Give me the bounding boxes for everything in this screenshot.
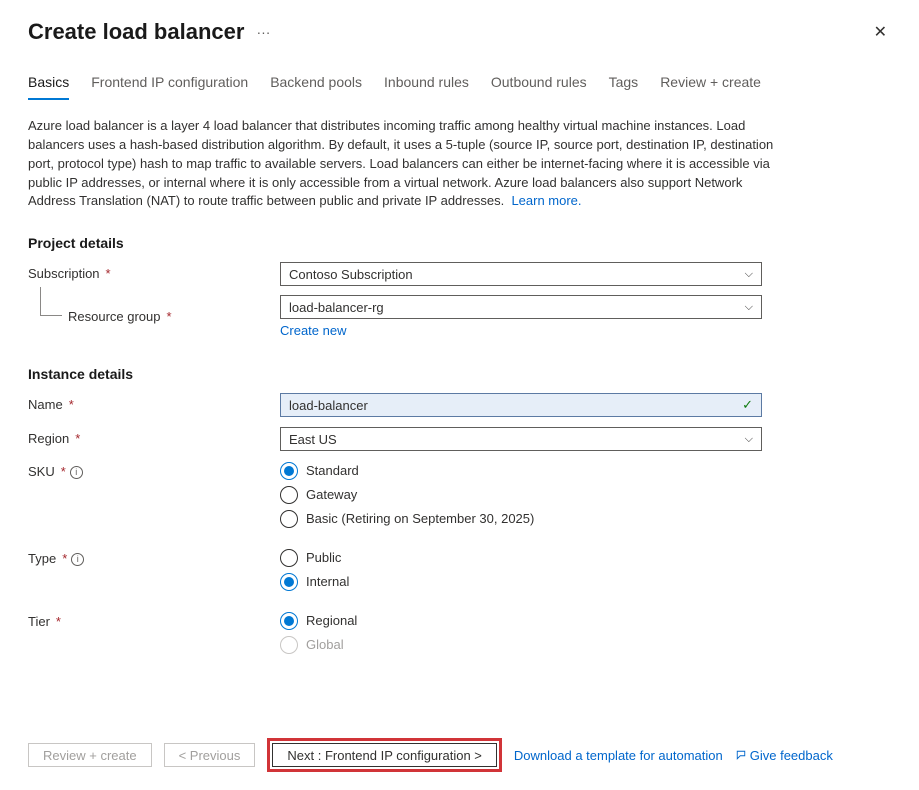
tab-backend-pools[interactable]: Backend pools [270,74,362,100]
type-label: Type* i [28,547,280,571]
more-actions-icon[interactable]: ··· [256,24,270,40]
info-icon[interactable]: i [71,553,84,566]
sku-radio-basic[interactable]: Basic (Retiring on September 30, 2025) [280,509,762,529]
give-feedback-link[interactable]: Give feedback [735,748,833,763]
info-icon[interactable]: i [70,466,83,479]
name-input[interactable]: load-balancer ✓ [280,393,762,417]
tab-bar: Basics Frontend IP configuration Backend… [0,50,919,101]
page-title: Create load balancer [28,19,244,45]
sku-radio-standard[interactable]: Standard [280,461,762,481]
sku-label: SKU* i [28,460,280,484]
sku-radio-gateway[interactable]: Gateway [280,485,762,505]
type-radio-internal[interactable]: Internal [280,572,762,592]
chevron-down-icon: ⌵ [745,301,753,314]
subscription-select[interactable]: Contoso Subscription ⌵ [280,262,762,286]
tab-review-create[interactable]: Review + create [660,74,761,100]
tab-outbound-rules[interactable]: Outbound rules [491,74,587,100]
learn-more-link[interactable]: Learn more. [511,193,581,208]
next-button-highlight: Next : Frontend IP configuration > [267,738,502,772]
previous-button[interactable]: < Previous [164,743,256,767]
resource-group-label: Resource group* [28,305,280,329]
chevron-down-icon: ⌵ [745,433,753,446]
type-radio-public[interactable]: Public [280,548,762,568]
review-create-button[interactable]: Review + create [28,743,152,767]
tier-radio-global: Global [280,635,762,655]
region-select[interactable]: East US ⌵ [280,427,762,451]
create-new-link[interactable]: Create new [280,323,346,338]
description-text: Azure load balancer is a layer 4 load ba… [28,117,788,211]
tier-radio-regional[interactable]: Regional [280,611,762,631]
check-icon: ✓ [742,397,753,413]
subscription-label: Subscription* [28,262,280,286]
tab-frontend-ip[interactable]: Frontend IP configuration [91,74,248,100]
name-label: Name* [28,393,280,417]
description-body: Azure load balancer is a layer 4 load ba… [28,118,773,208]
tab-basics[interactable]: Basics [28,74,69,100]
resource-group-select[interactable]: load-balancer-rg ⌵ [280,295,762,319]
region-label: Region* [28,427,280,451]
project-details-heading: Project details [28,235,891,251]
download-template-link[interactable]: Download a template for automation [514,748,723,763]
feedback-icon [735,749,747,761]
close-icon[interactable]: ✕ [870,18,891,46]
tier-label: Tier* [28,610,280,634]
chevron-down-icon: ⌵ [745,268,753,281]
tab-inbound-rules[interactable]: Inbound rules [384,74,469,100]
tab-tags[interactable]: Tags [609,74,639,100]
next-button[interactable]: Next : Frontend IP configuration > [272,743,497,767]
instance-details-heading: Instance details [28,366,891,382]
